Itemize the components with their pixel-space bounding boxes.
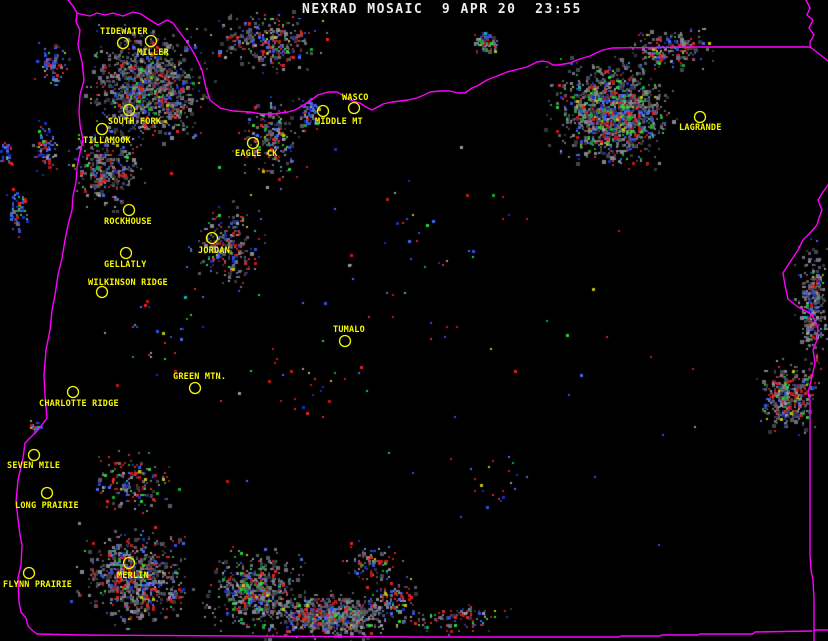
site-label: JORDAN [198,246,230,256]
site-circle-icon[interactable] [22,566,36,580]
state-border-line [36,630,813,638]
radar-site-marker[interactable]: TIDEWATER [100,27,149,50]
radar-site-marker[interactable]: WASCO [342,93,369,115]
site-label: SOUTH FORK [108,117,162,127]
site-label: MILLER [137,48,170,58]
page-title: NEXRAD MOSAIC 9 APR 20 23:55 [298,1,586,18]
site-circle-icon[interactable] [205,231,219,245]
site-label: LAGRANDE [679,123,722,133]
site-label: ROCKHOUSE [104,217,152,227]
site-label: TIDEWATER [100,27,149,37]
site-circle-icon[interactable] [66,385,80,399]
site-circle-icon[interactable] [27,448,41,462]
radar-site-marker[interactable]: ROCKHOUSE [104,203,152,228]
site-label: GREEN MTN. [173,372,226,382]
radar-site-marker[interactable]: GREEN MTN. [173,372,226,395]
site-label: MIDDLE MT [315,117,363,127]
site-label: LONG PRAIRIE [15,501,79,511]
radar-site-marker[interactable]: WILKINSON RIDGE [88,278,168,299]
map-overlay: TIDEWATER MILLER SOUTH FORK TILLAMOOK EAGLE … [3,0,828,641]
site-label: TUMALO [333,325,365,335]
site-label: WASCO [342,93,369,103]
site-circle-icon[interactable] [188,381,202,395]
radar-site-marker[interactable]: MILLER [137,34,170,59]
radar-site-marker[interactable]: EAGLE CK [235,136,278,160]
site-label: TILLAMOOK [83,136,132,146]
radar-site-marker[interactable]: JORDAN [198,231,230,257]
state-border-lines [15,0,828,641]
radar-site-marker[interactable]: LONG PRAIRIE [15,486,79,512]
radar-site-marker[interactable]: MIDDLE MT [315,104,363,128]
radar-site-marker[interactable]: CHARLOTTE RIDGE [39,385,119,410]
site-label: GELLATLY [104,260,147,270]
site-circle-icon[interactable] [116,36,130,50]
radar-site-marker[interactable]: GELLATLY [104,246,147,271]
site-circle-icon[interactable] [693,110,707,124]
radar-site-marker[interactable]: LAGRANDE [679,110,722,134]
state-border-line [76,11,811,115]
nexrad-mosaic-window: TIDEWATER MILLER SOUTH FORK TILLAMOOK EAGLE … [0,0,828,641]
radar-site-marker[interactable]: SEVEN MILE [7,448,60,472]
site-circle-icon[interactable] [40,486,54,500]
site-label: WILKINSON RIDGE [88,278,168,288]
site-circle-icon[interactable] [95,285,109,299]
site-circle-icon[interactable] [122,103,136,117]
site-label: EAGLE CK [235,149,278,159]
site-circle-icon[interactable] [144,34,158,48]
site-label: FLYNN PRAIRIE [3,580,72,590]
state-border-line [805,0,828,62]
site-circle-icon[interactable] [122,556,136,570]
site-circle-icon[interactable] [338,334,352,348]
radar-sites-layer: TIDEWATER MILLER SOUTH FORK TILLAMOOK EAGLE … [3,27,722,591]
site-label: SEVEN MILE [7,461,60,471]
site-circle-icon[interactable] [246,136,260,150]
state-border-line [782,184,828,641]
site-circle-icon[interactable] [119,246,133,260]
radar-site-marker[interactable]: SOUTH FORK [108,103,162,128]
radar-site-marker[interactable]: FLYNN PRAIRIE [3,566,72,591]
radar-site-marker[interactable]: MERLIN [117,556,149,582]
site-label: CHARLOTTE RIDGE [39,399,119,409]
site-label: MERLIN [117,571,149,581]
site-circle-icon[interactable] [347,101,361,115]
state-border-line [15,0,85,635]
site-circle-icon[interactable] [122,203,136,217]
site-circle-icon[interactable] [95,122,109,136]
radar-site-marker[interactable]: TUMALO [333,325,365,348]
site-circle-icon[interactable] [316,104,330,118]
